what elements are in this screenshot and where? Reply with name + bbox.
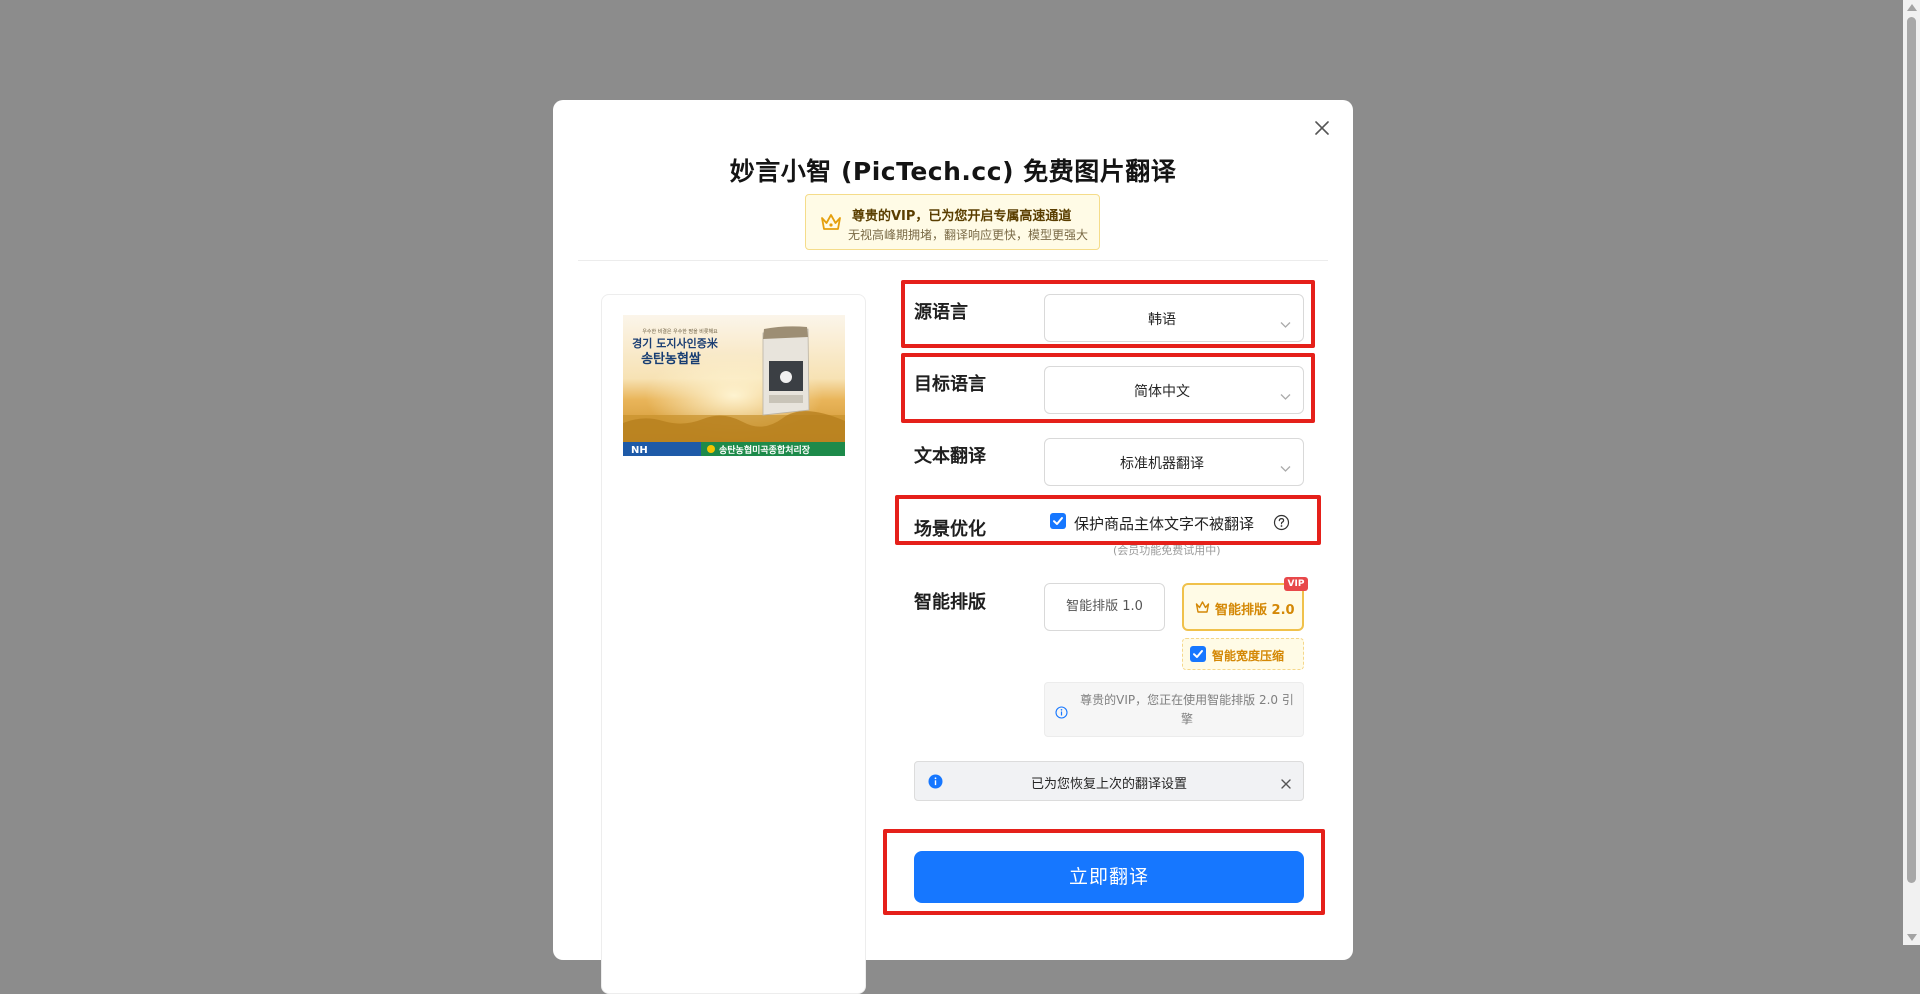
- image-footer-brand: NH: [631, 445, 648, 456]
- help-circle-icon[interactable]: [1273, 514, 1290, 535]
- scrollbar-thumb[interactable]: [1907, 17, 1916, 883]
- engine-info-text: 尊贵的VIP，您正在使用智能排版 2.0 引擎: [1080, 693, 1294, 726]
- image-small-text: 우수한 비결은 우수한 땀을 비롯해요: [642, 328, 718, 335]
- chevron-down-icon: [1280, 458, 1291, 477]
- image-preview-panel: 우수한 비결은 우수한 땀을 비롯해요 경기 도지사인증米 송탄농협쌀 NH 송…: [601, 294, 866, 994]
- scroll-down-arrow[interactable]: [1907, 934, 1917, 941]
- image-headline-2: 송탄농협쌀: [641, 351, 701, 367]
- crown-icon: [1195, 600, 1210, 618]
- engine-info-note: 尊贵的VIP，您正在使用智能排版 2.0 引擎: [1044, 682, 1304, 737]
- text-translation-select[interactable]: 标准机器翻译: [1044, 438, 1304, 486]
- source-language-value: 韩语: [1148, 312, 1176, 328]
- header-divider: [578, 260, 1328, 261]
- smart-layout-1-button[interactable]: 智能排版 1.0: [1044, 583, 1165, 631]
- source-language-label: 源语言: [914, 302, 968, 323]
- translate-modal: 妙言小智 (PicTech.cc) 免费图片翻译 尊贵的VIP，已为您开启专属高…: [553, 100, 1353, 994]
- image-headline-1: 경기 도지사인증米: [632, 336, 719, 350]
- chevron-down-icon: [1280, 386, 1291, 405]
- check-icon: [1193, 650, 1203, 658]
- check-icon: [1053, 517, 1063, 525]
- protect-text-label[interactable]: 保护商品主体文字不被翻译: [1074, 513, 1254, 534]
- smart-layout-label: 智能排版: [914, 592, 986, 613]
- crown-icon: [820, 212, 842, 236]
- scroll-up-arrow[interactable]: [1907, 4, 1917, 11]
- modal-title: 妙言小智 (PicTech.cc) 免费图片翻译: [729, 157, 1177, 186]
- image-footer-text: 송탄농협미곡종합처리장: [719, 444, 811, 456]
- restore-settings-alert: 已为您恢复上次的翻译设置: [914, 761, 1304, 801]
- scene-optimization-label: 场景优化: [914, 519, 986, 540]
- width-compress-label: 智能宽度压缩: [1212, 649, 1285, 663]
- member-trial-note: (会员功能免费试用中): [1113, 544, 1221, 557]
- source-language-select[interactable]: 韩语: [1044, 294, 1304, 342]
- target-language-select[interactable]: 简体中文: [1044, 366, 1304, 414]
- target-language-label: 目标语言: [914, 374, 986, 395]
- smart-layout-2-label: 智能排版 2.0: [1215, 603, 1295, 618]
- vip-tag-badge: VIP: [1284, 577, 1308, 591]
- width-compress-option[interactable]: 智能宽度压缩: [1182, 638, 1304, 670]
- uploaded-image-thumbnail[interactable]: 우수한 비결은 우수한 땀을 비롯해요 경기 도지사인증米 송탄농협쌀 NH 송…: [623, 315, 845, 456]
- width-compress-checkbox[interactable]: [1190, 646, 1206, 662]
- close-icon[interactable]: [1312, 118, 1332, 138]
- text-translation-value: 标准机器翻译: [1120, 456, 1204, 472]
- text-translation-label: 文本翻译: [914, 446, 986, 467]
- page-scrollbar[interactable]: [1903, 0, 1920, 945]
- vip-banner-title: 尊贵的VIP，已为您开启专属高速通道: [852, 209, 1072, 224]
- close-icon[interactable]: [1280, 775, 1292, 794]
- restore-settings-text: 已为您恢复上次的翻译设置: [1030, 777, 1187, 792]
- translate-now-button[interactable]: 立即翻译: [914, 851, 1304, 903]
- protect-text-checkbox[interactable]: [1050, 513, 1066, 529]
- chevron-down-icon: [1280, 314, 1291, 333]
- info-icon: [1055, 704, 1068, 723]
- vip-banner-subtitle: 无视高峰期拥堵，翻译响应更快，模型更强大: [848, 228, 1089, 242]
- vip-banner: 尊贵的VIP，已为您开启专属高速通道 无视高峰期拥堵，翻译响应更快，模型更强大: [805, 194, 1100, 250]
- target-language-value: 简体中文: [1134, 384, 1190, 400]
